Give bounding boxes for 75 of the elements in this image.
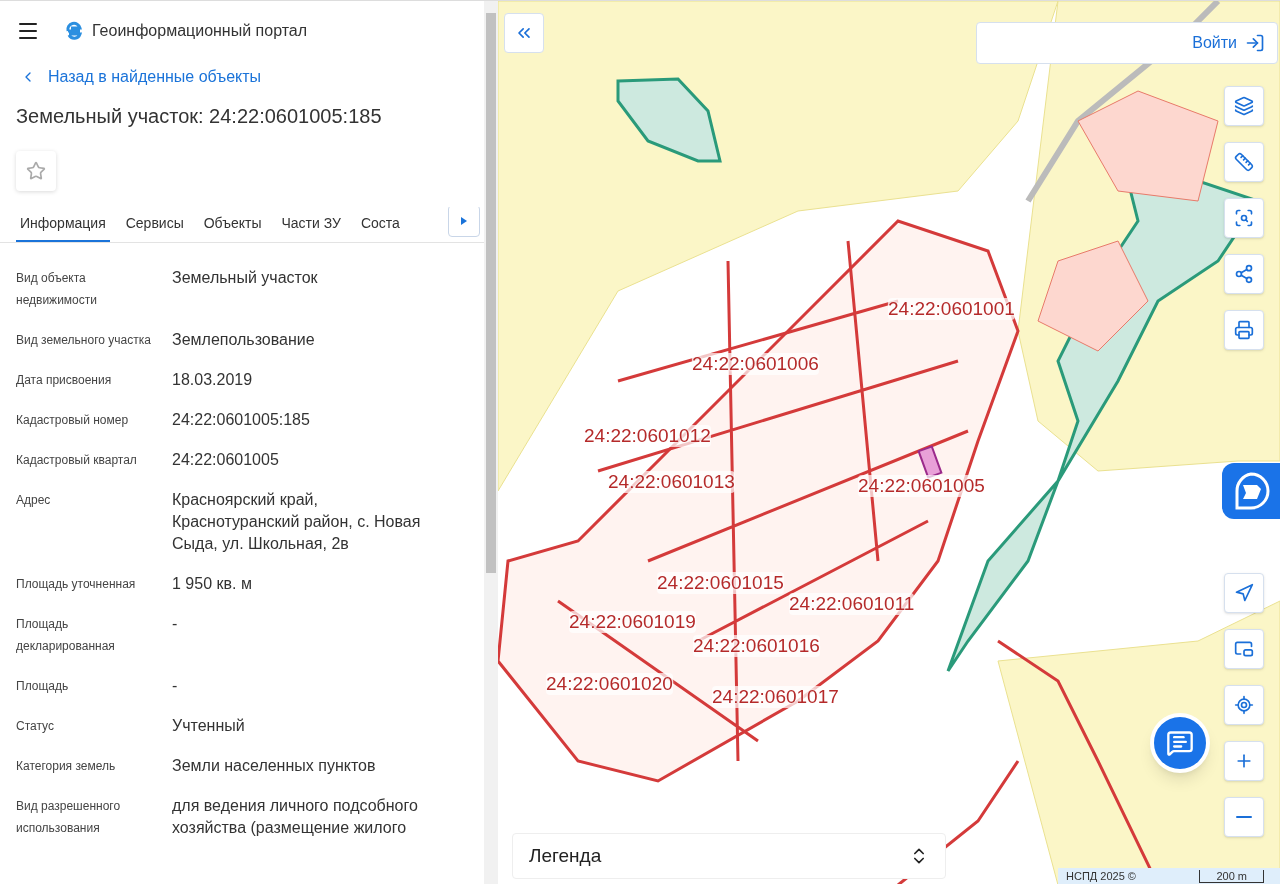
quarter-label: 24:22:0601001: [888, 298, 1015, 320]
zoom-in-button[interactable]: [1224, 741, 1264, 781]
object-title: Земельный участок: 24:22:0601005:185: [15, 104, 383, 129]
caret-right-icon: [461, 217, 467, 225]
field-label: Площадь декларированная: [16, 616, 116, 655]
tabs-scroll-button[interactable]: [448, 207, 480, 237]
login-icon: [1245, 33, 1265, 53]
area-search-button[interactable]: [1224, 198, 1264, 238]
scrollbar[interactable]: [484, 1, 498, 884]
field-value: Красноярский край, Краснотуранский район, с. Новая Сыда, ул. Школьная, 2в: [172, 490, 422, 554]
back-link[interactable]: Назад в найденные объекты: [0, 65, 484, 89]
field-value: 1 950 кв. м: [172, 574, 253, 594]
tab[interactable]: Информация: [16, 207, 110, 242]
field-label: Дата присвоения: [16, 372, 113, 389]
scale-bar: 200 m: [1199, 869, 1264, 883]
navigation-button[interactable]: [1224, 573, 1264, 613]
scan-search-icon: [1234, 208, 1254, 228]
locate-icon: [1234, 695, 1254, 715]
tab[interactable]: Сервисы: [121, 207, 188, 242]
field-value: Земли населенных пунктов: [172, 756, 377, 776]
land-plot-tab-button[interactable]: [1222, 463, 1280, 519]
field-label: Площадь уточненная: [16, 576, 137, 593]
legend-dropdown[interactable]: Легенда: [512, 833, 946, 879]
star-icon: [26, 161, 46, 181]
ruler-icon: [1234, 152, 1254, 172]
quarter-label: 24:22:0601017: [712, 686, 839, 708]
collapse-panel-button[interactable]: [504, 13, 544, 53]
chat-icon: [1166, 729, 1194, 757]
field-value: -: [172, 676, 179, 696]
login-button[interactable]: Войти: [976, 22, 1278, 64]
field-value: 18.03.2019: [172, 370, 254, 390]
field-label: Площадь: [16, 678, 70, 695]
ruler-button[interactable]: [1224, 142, 1264, 182]
attribution-text: НСПД 2025 ©: [1066, 868, 1136, 884]
layers-button[interactable]: [1224, 86, 1264, 126]
field-value: Землепользование: [172, 330, 316, 350]
share-icon: [1234, 264, 1254, 284]
field-value: -: [172, 614, 179, 634]
logo-icon: [64, 21, 84, 41]
print-button[interactable]: [1224, 310, 1264, 350]
share-button[interactable]: [1224, 254, 1264, 294]
picture-in-picture-icon: [1234, 639, 1254, 659]
field-label: Кадастровый квартал: [16, 452, 138, 469]
field-label: Вид земельного участка: [16, 332, 152, 349]
tab[interactable]: Части ЗУ: [277, 207, 345, 242]
field-value: 24:22:0601005: [172, 450, 280, 470]
quarter-label: 24:22:0601011: [789, 593, 915, 615]
field-label: Категория земель: [16, 758, 117, 775]
field-label: Адрес: [16, 492, 52, 509]
minimap-button[interactable]: [1224, 629, 1264, 669]
tab[interactable]: Соста: [356, 207, 404, 242]
quarter-label: 24:22:0601016: [693, 635, 820, 657]
portal-title: Геоинформационный портал: [92, 21, 308, 41]
quarter-label: 24:22:0601019: [569, 611, 696, 633]
layers-icon: [1234, 96, 1254, 116]
field-label: Вид объекта недвижимости: [16, 270, 98, 309]
field-value: Учтенный: [172, 716, 246, 736]
quarter-label: 24:22:0601012: [584, 425, 711, 447]
quarter-label: 24:22:0601013: [608, 471, 735, 493]
quarter-label: 24:22:0601015: [657, 572, 784, 594]
printer-icon: [1234, 320, 1254, 340]
field-value: Земельный участок: [172, 268, 319, 288]
tab[interactable]: Объекты: [199, 207, 266, 242]
locate-button[interactable]: [1224, 685, 1264, 725]
field-label: Вид разрешенного использования: [16, 798, 122, 837]
minus-icon: [1236, 816, 1252, 818]
quarter-label: 24:22:0601005: [858, 475, 985, 497]
field-value: для ведения личного подсобного хозяйства (размещение жилого: [172, 796, 419, 838]
field-label: Статус: [16, 718, 55, 735]
map[interactable]: 24:22:0601001 24:22:0601006 24:22:0601012 24:22:0601013 24:22:0601005 24:22:0601015 24:22:0601011 24:22:0601019 24:22:0601016 24:22:0601020 24:22:0601017 Войти Легенда НСПД 2025 © 200 m: [498, 1, 1280, 884]
navigation-arrow-icon: [1234, 583, 1254, 603]
quarter-label: 24:22:0601006: [692, 353, 819, 375]
field-label: Кадастровый номер: [16, 412, 130, 429]
quarter-label: 24:22:0601020: [546, 673, 673, 695]
field-value: 24:22:0601005:185: [172, 410, 311, 430]
